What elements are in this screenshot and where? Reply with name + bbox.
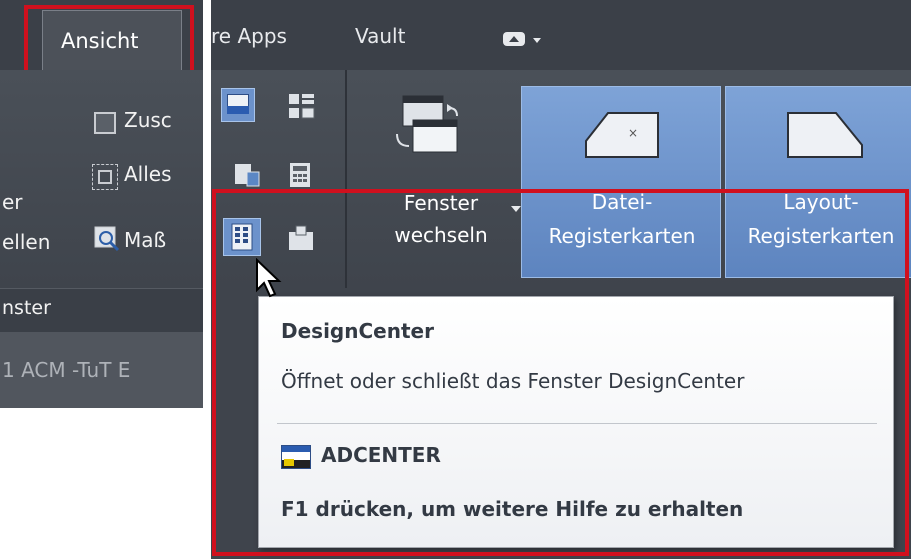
workspace-dropdown-icon[interactable] (503, 30, 551, 54)
zoom-label: Zusc (124, 108, 172, 132)
zoom-mass-label: Maß (124, 228, 167, 252)
truncated-label-ellen: ellen (2, 230, 51, 254)
zoom-all-label: Alles (124, 162, 172, 186)
svg-text:×: × (628, 126, 638, 140)
switch-windows-icon[interactable] (391, 90, 463, 164)
right-screenshot-crop: re Apps Vault Fenster wechseln × Datei- … (211, 0, 911, 559)
panel-title: nster (2, 297, 51, 319)
tool-palettes-icon[interactable] (287, 92, 317, 126)
ribbon-panel-left: Zusc Alles er ellen Maß (0, 70, 203, 288)
properties-icon[interactable] (233, 160, 261, 192)
layout-button[interactable] (221, 88, 255, 122)
tab-apps[interactable]: re Apps (211, 24, 287, 48)
left-screenshot-crop: Ansicht Zusc Alles er ellen Maß nster 1 … (0, 0, 203, 559)
document-tab-label[interactable]: 1 ACM -TuT E (2, 358, 130, 382)
truncated-label-er: er (2, 190, 23, 214)
zoom-extents-icon[interactable] (94, 226, 120, 252)
zoom-all-icon[interactable] (92, 164, 118, 190)
highlight-box-tab (24, 5, 194, 74)
zoom-window-icon[interactable] (94, 112, 116, 134)
tab-vault[interactable]: Vault (355, 24, 405, 48)
calculator-icon[interactable] (289, 162, 311, 192)
document-tab-bar: 1 ACM -TuT E (0, 332, 203, 408)
ribbon-panel-title-bar: nster (0, 288, 203, 333)
ribbon-tab-bar-right: re Apps Vault (211, 0, 911, 70)
highlight-box-tooltip (212, 189, 909, 556)
